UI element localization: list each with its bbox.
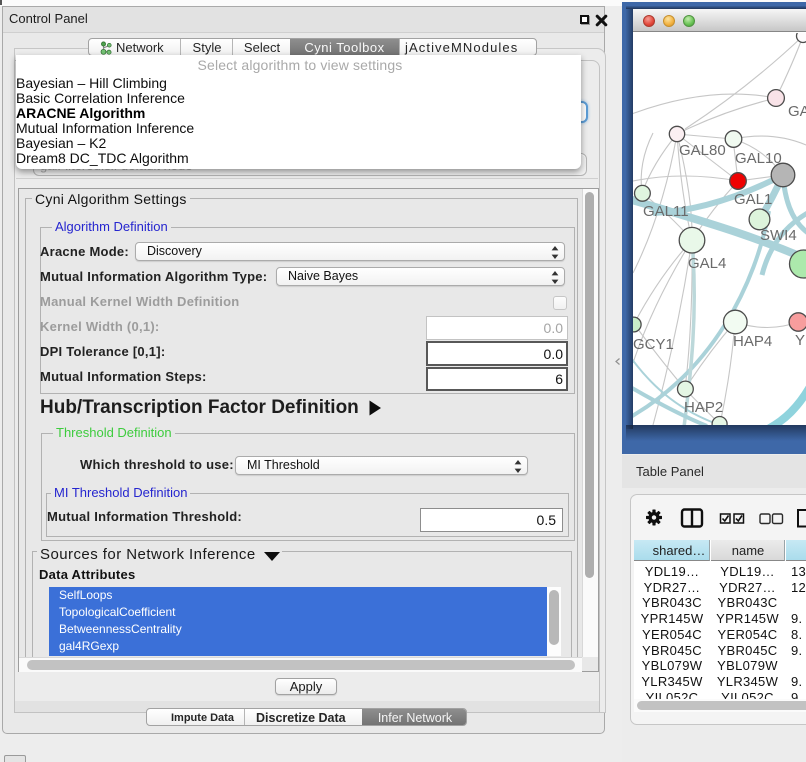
svg-text:YP: YP [795, 332, 806, 349]
svg-text:GCY1: GCY1 [633, 336, 674, 353]
svg-text:HAP2: HAP2 [684, 399, 723, 416]
svg-text:SWI4: SWI4 [760, 227, 797, 244]
svg-text:HAP4: HAP4 [733, 333, 772, 350]
svg-text:GAL1: GAL1 [734, 191, 772, 208]
svg-text:GAL10: GAL10 [735, 150, 782, 167]
svg-text:GAL80: GAL80 [679, 142, 726, 159]
svg-text:GAL7: GAL7 [788, 103, 806, 120]
svg-text:GAL4: GAL4 [688, 255, 726, 272]
svg-text:GAL11: GAL11 [643, 203, 689, 220]
